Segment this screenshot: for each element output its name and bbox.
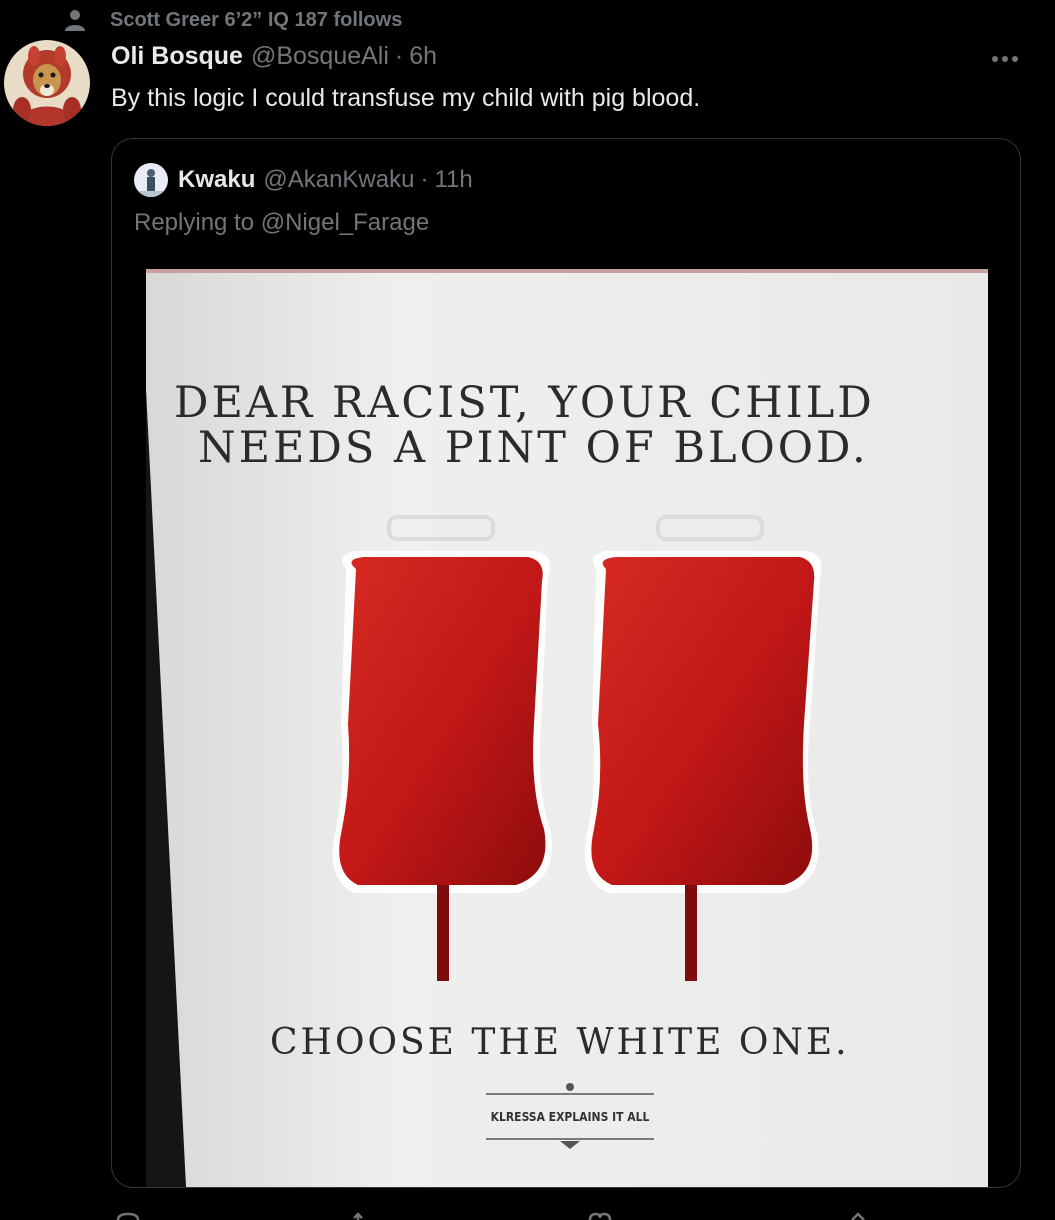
retweet-icon[interactable]	[350, 1206, 378, 1220]
quoted-tweet-header: Kwaku @AkanKwaku · 11h	[134, 163, 473, 197]
quoted-tweet-timestamp: 11h	[434, 166, 473, 193]
author-avatar[interactable]	[4, 40, 90, 126]
author-name[interactable]: Oli Bosque	[111, 42, 243, 71]
poster-image: DEAR RACIST, YOUR CHILD NEEDS A PINT OF …	[146, 269, 988, 1187]
more-horizontal-icon	[992, 56, 1018, 62]
tweet-action-bar	[110, 1206, 910, 1220]
quoted-author-name: Kwaku	[178, 166, 256, 193]
more-options-button[interactable]	[985, 44, 1025, 74]
poster-tagline: CHOOSE THE WHITE ONE.	[270, 1022, 850, 1063]
author-handle[interactable]: @BosqueAli	[251, 42, 389, 71]
quoted-author-handle: @AkanKwaku	[263, 166, 415, 193]
avatar-image	[4, 40, 90, 126]
tweet-header: Oli Bosque @BosqueAli · 6h	[111, 42, 437, 71]
share-icon[interactable]	[844, 1206, 872, 1220]
social-context: Scott Greer 6’2” IQ 187 follows	[62, 6, 402, 34]
poster-headline-line1: DEAR RACIST, YOUR CHILD	[174, 378, 875, 428]
quoted-tweet[interactable]: Kwaku @AkanKwaku · 11h Replying to @Nige…	[111, 138, 1021, 1188]
tweet-timestamp[interactable]: 6h	[409, 42, 437, 71]
person-icon	[65, 10, 85, 31]
separator-dot: ·	[394, 42, 404, 70]
social-context-text: Scott Greer 6’2” IQ 187 follows	[110, 8, 403, 31]
tweet-text: By this logic I could transfuse my child…	[111, 84, 701, 112]
tweet-media-image[interactable]: DEAR RACIST, YOUR CHILD NEEDS A PINT OF …	[146, 269, 988, 1187]
quoted-author-avatar	[134, 163, 168, 197]
poster-headline-line2: NEEDS A PINT OF BLOOD.	[198, 423, 869, 473]
poster-signature: KLRESSA EXPLAINS IT ALL	[491, 1110, 650, 1124]
like-icon[interactable]	[586, 1206, 614, 1220]
reply-icon[interactable]	[114, 1206, 142, 1220]
replying-to-text: Replying to @Nigel_Farage	[134, 209, 430, 236]
separator-dot: ·	[420, 166, 429, 193]
